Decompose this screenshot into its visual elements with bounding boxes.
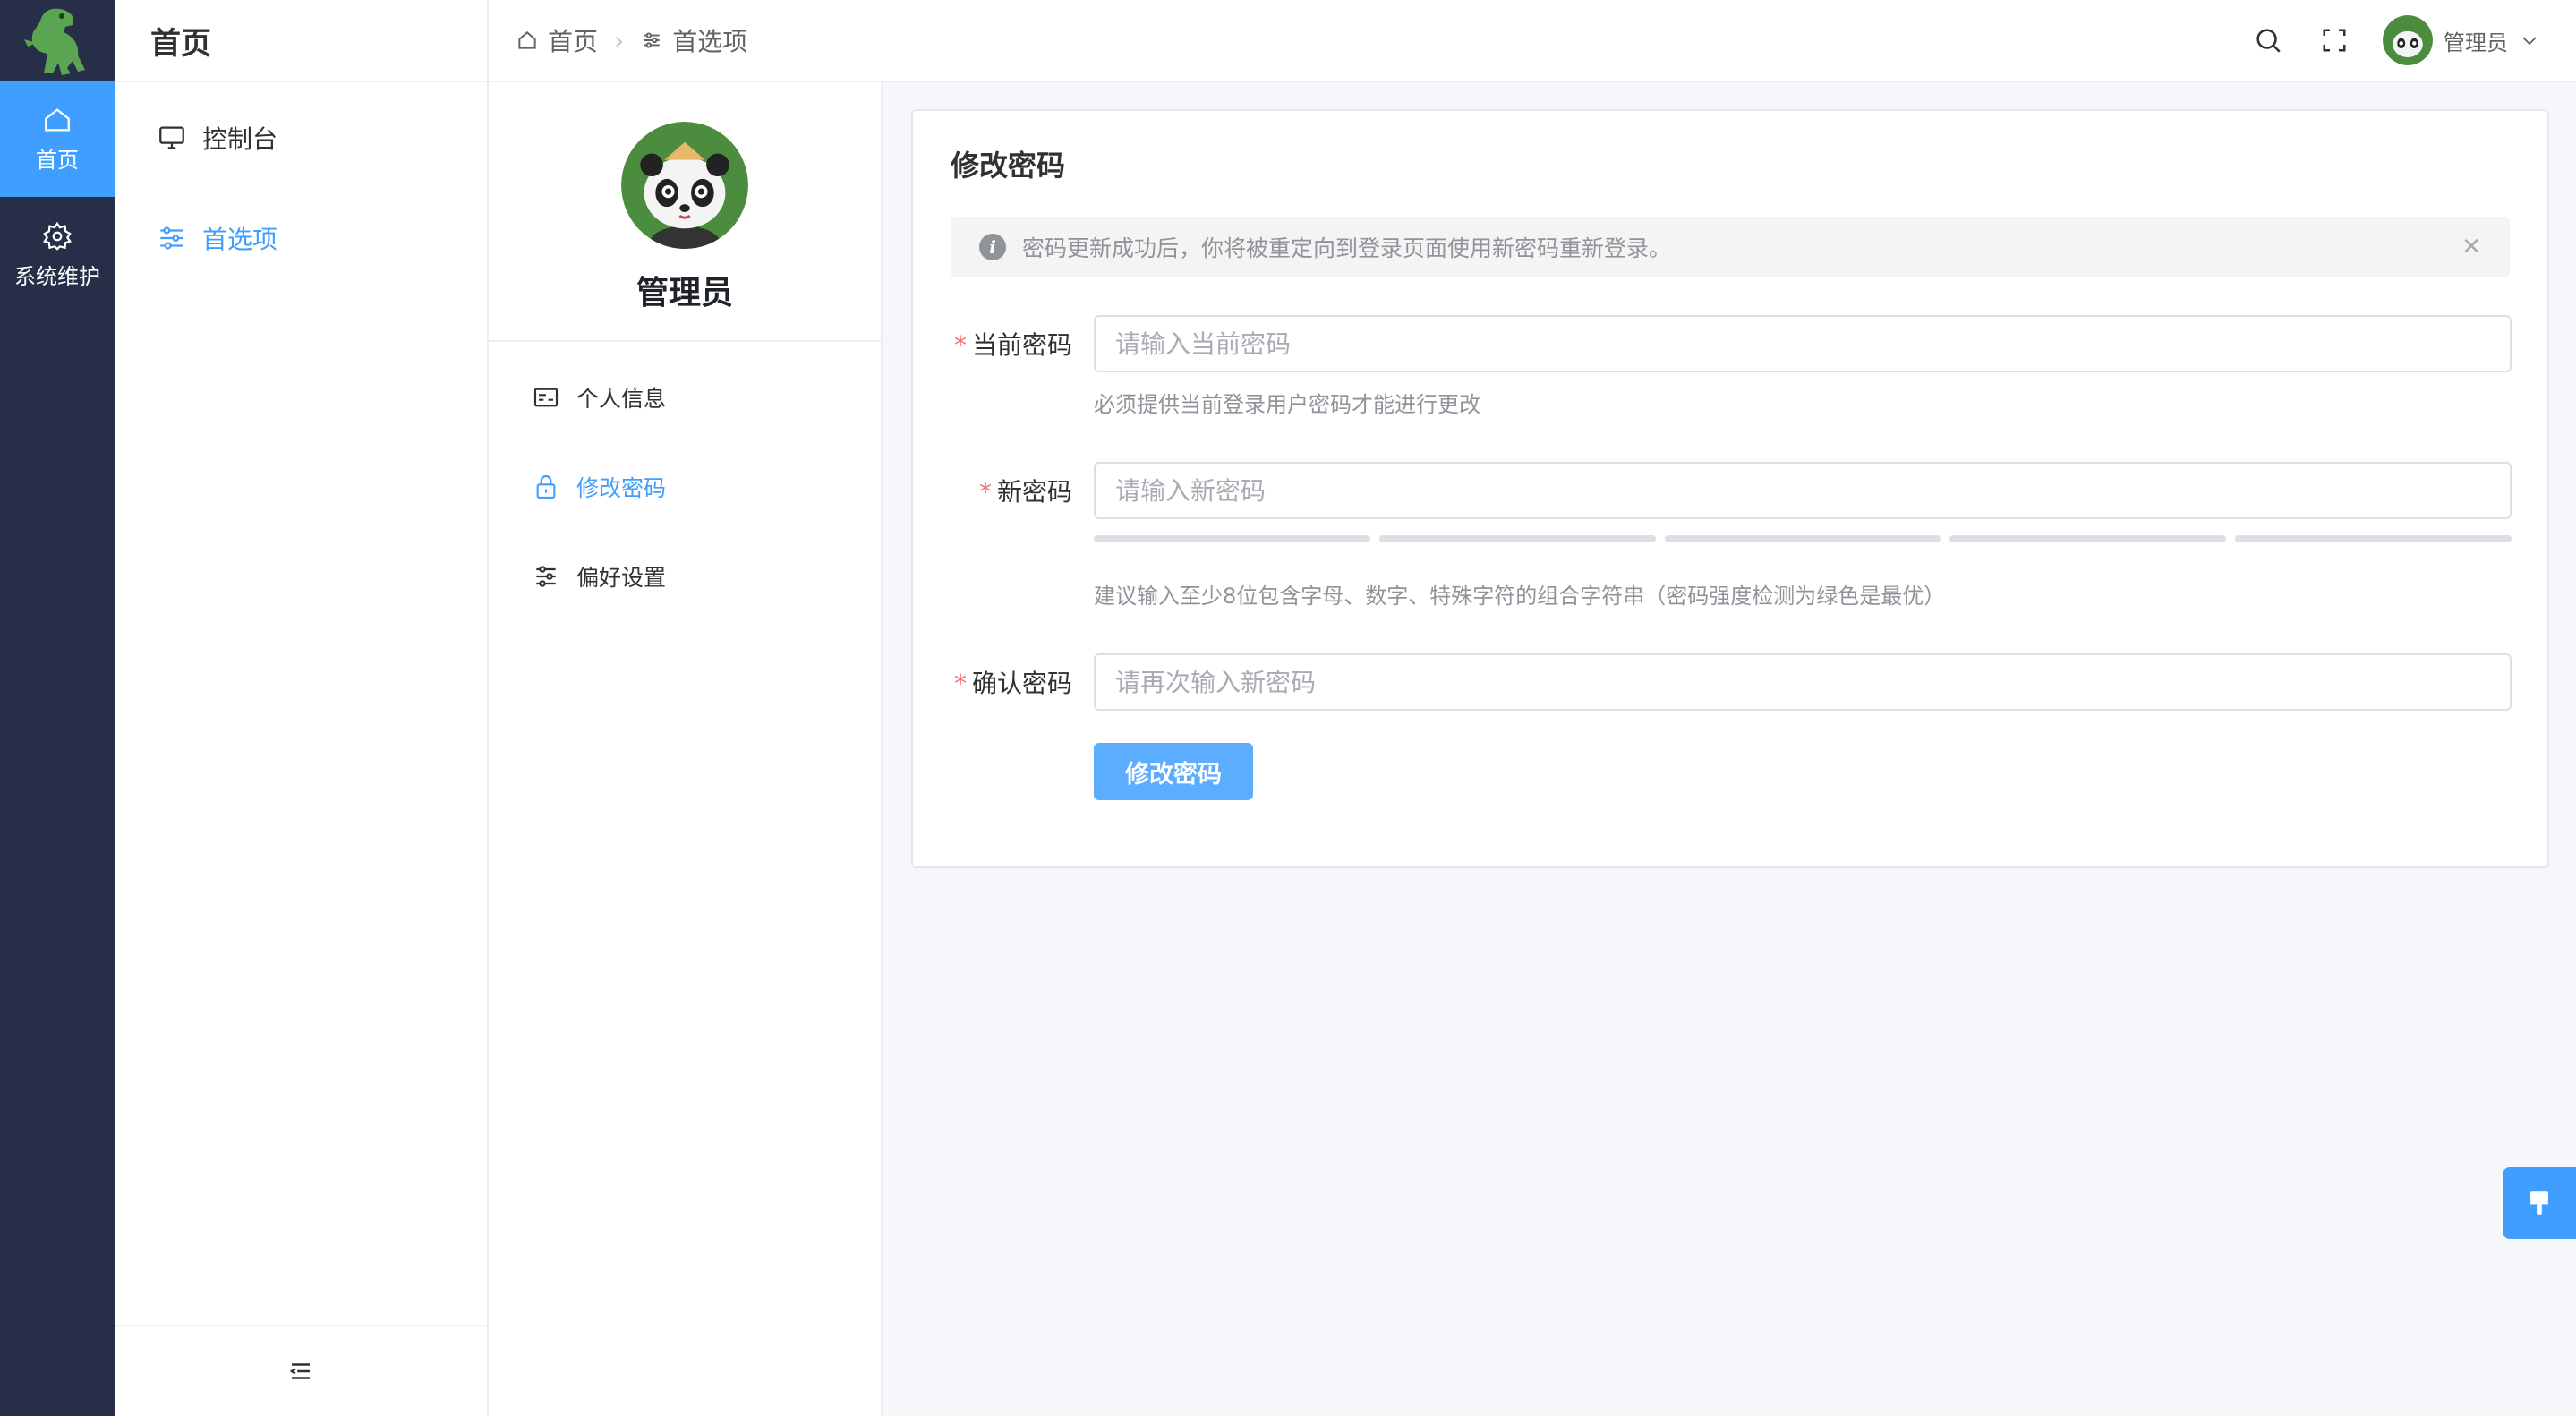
- info-alert: i 密码更新成功后，你将被重定向到登录页面使用新密码重新登录。 ✕: [951, 217, 2510, 277]
- field-label: 确认密码: [971, 669, 1072, 698]
- app-rail: 首页 系统维护: [0, 0, 115, 1416]
- home-icon: [45, 107, 70, 131]
- rail-item-home[interactable]: 首页: [0, 81, 115, 197]
- card-title: 修改密码: [951, 149, 1066, 183]
- profile-menu-preferences[interactable]: 偏好设置: [489, 532, 881, 621]
- profile-menu-personal-info[interactable]: 个人信息: [489, 353, 881, 442]
- submenu-panel: 首页 控制台 首选项: [115, 0, 489, 1416]
- breadcrumb-home[interactable]: 首页: [516, 22, 598, 58]
- new-password-hint: 建议输入至少8位包含字母、数字、特殊字符的组合字符串（密码强度检测为绿色是最优）: [1094, 584, 1946, 609]
- sliders-icon: [644, 32, 660, 48]
- profile-avatar: [621, 122, 748, 249]
- gear-icon: [43, 221, 72, 251]
- new-password-label: * 新密码: [951, 473, 1094, 508]
- sliders-icon: [530, 560, 562, 593]
- new-password-row: * 新密码: [951, 462, 2512, 519]
- submenu-title: 首页: [115, 0, 487, 82]
- fullscreen-icon: [2323, 29, 2346, 52]
- strength-segment: [1664, 535, 1941, 542]
- search-button[interactable]: [2250, 22, 2286, 58]
- breadcrumb-label: 首页: [548, 27, 599, 56]
- rail-item-system[interactable]: 系统维护: [0, 197, 115, 313]
- confirm-password-label: * 确认密码: [951, 664, 1094, 700]
- user-name: 管理员: [2444, 30, 2508, 55]
- current-password-label: * 当前密码: [951, 326, 1094, 362]
- close-icon[interactable]: ✕: [2461, 234, 2481, 260]
- dinosaur-logo: [0, 0, 115, 81]
- new-password-input[interactable]: [1094, 462, 2512, 519]
- strength-segment: [1949, 535, 2227, 542]
- submenu-item-label: 首选项: [202, 225, 278, 254]
- password-strength-meter: [1094, 535, 2512, 542]
- chevron-right-icon: ›: [614, 25, 625, 55]
- submenu-item-console[interactable]: 控制台: [115, 88, 487, 188]
- strength-segment: [1094, 535, 1370, 542]
- breadcrumb-preferences[interactable]: 首选项: [640, 22, 747, 58]
- required-mark: *: [953, 669, 967, 698]
- submenu-item-label: 控制台: [202, 124, 278, 154]
- field-label: 新密码: [996, 477, 1072, 507]
- alert-text: 密码更新成功后，你将被重定向到登录页面使用新密码重新登录。: [1022, 235, 1672, 261]
- change-password-button[interactable]: 修改密码: [1094, 743, 1253, 800]
- rail-item-label: 系统维护: [14, 263, 100, 289]
- search-icon: [2256, 29, 2281, 53]
- profile-panel: 管理员 个人信息 修改密码 偏好设置: [489, 82, 883, 1416]
- submenu-item-preferences[interactable]: 首选项: [115, 188, 487, 288]
- current-password-hint: 必须提供当前登录用户密码才能进行更改: [1094, 392, 1480, 417]
- breadcrumb-label: 首选项: [672, 27, 748, 56]
- confirm-password-input[interactable]: [1094, 653, 2512, 711]
- profile-name: 管理员: [635, 275, 733, 311]
- top-header: 首页 › 首选项 管理员: [489, 0, 2576, 82]
- strength-segment: [2235, 535, 2512, 542]
- rail-item-label: 首页: [36, 147, 79, 173]
- profile-menu-change-password[interactable]: 修改密码: [489, 442, 881, 532]
- profile-menu-label: 修改密码: [576, 475, 667, 501]
- lock-icon: [530, 471, 562, 503]
- fullscreen-button[interactable]: [2316, 22, 2352, 58]
- avatar: [2383, 15, 2433, 65]
- user-menu[interactable]: 管理员: [2383, 15, 2540, 65]
- collapse-menu-button[interactable]: [115, 1325, 487, 1416]
- monitor-icon: [154, 120, 190, 156]
- strength-segment: [1378, 535, 1656, 542]
- paint-brush-icon: [2530, 1191, 2548, 1215]
- profile-menu-label: 偏好设置: [576, 565, 667, 591]
- info-icon: i: [979, 234, 1006, 260]
- chevron-down-icon: [2522, 37, 2537, 46]
- current-password-row: * 当前密码: [951, 315, 2512, 372]
- confirm-password-row: * 确认密码: [951, 653, 2512, 711]
- profile-menu-label: 个人信息: [576, 386, 667, 412]
- breadcrumb: 首页 › 首选项: [489, 22, 747, 58]
- sliders-icon: [154, 220, 190, 256]
- id-card-icon: [530, 381, 562, 414]
- field-label: 当前密码: [971, 330, 1072, 360]
- change-password-card: 修改密码 i 密码更新成功后，你将被重定向到登录页面使用新密码重新登录。 ✕ *…: [911, 109, 2549, 868]
- theme-settings-button[interactable]: [2503, 1167, 2576, 1239]
- home-icon: [518, 31, 536, 49]
- required-mark: *: [953, 330, 967, 360]
- required-mark: *: [978, 477, 992, 507]
- current-password-input[interactable]: [1094, 315, 2512, 372]
- collapse-icon: [289, 1363, 310, 1379]
